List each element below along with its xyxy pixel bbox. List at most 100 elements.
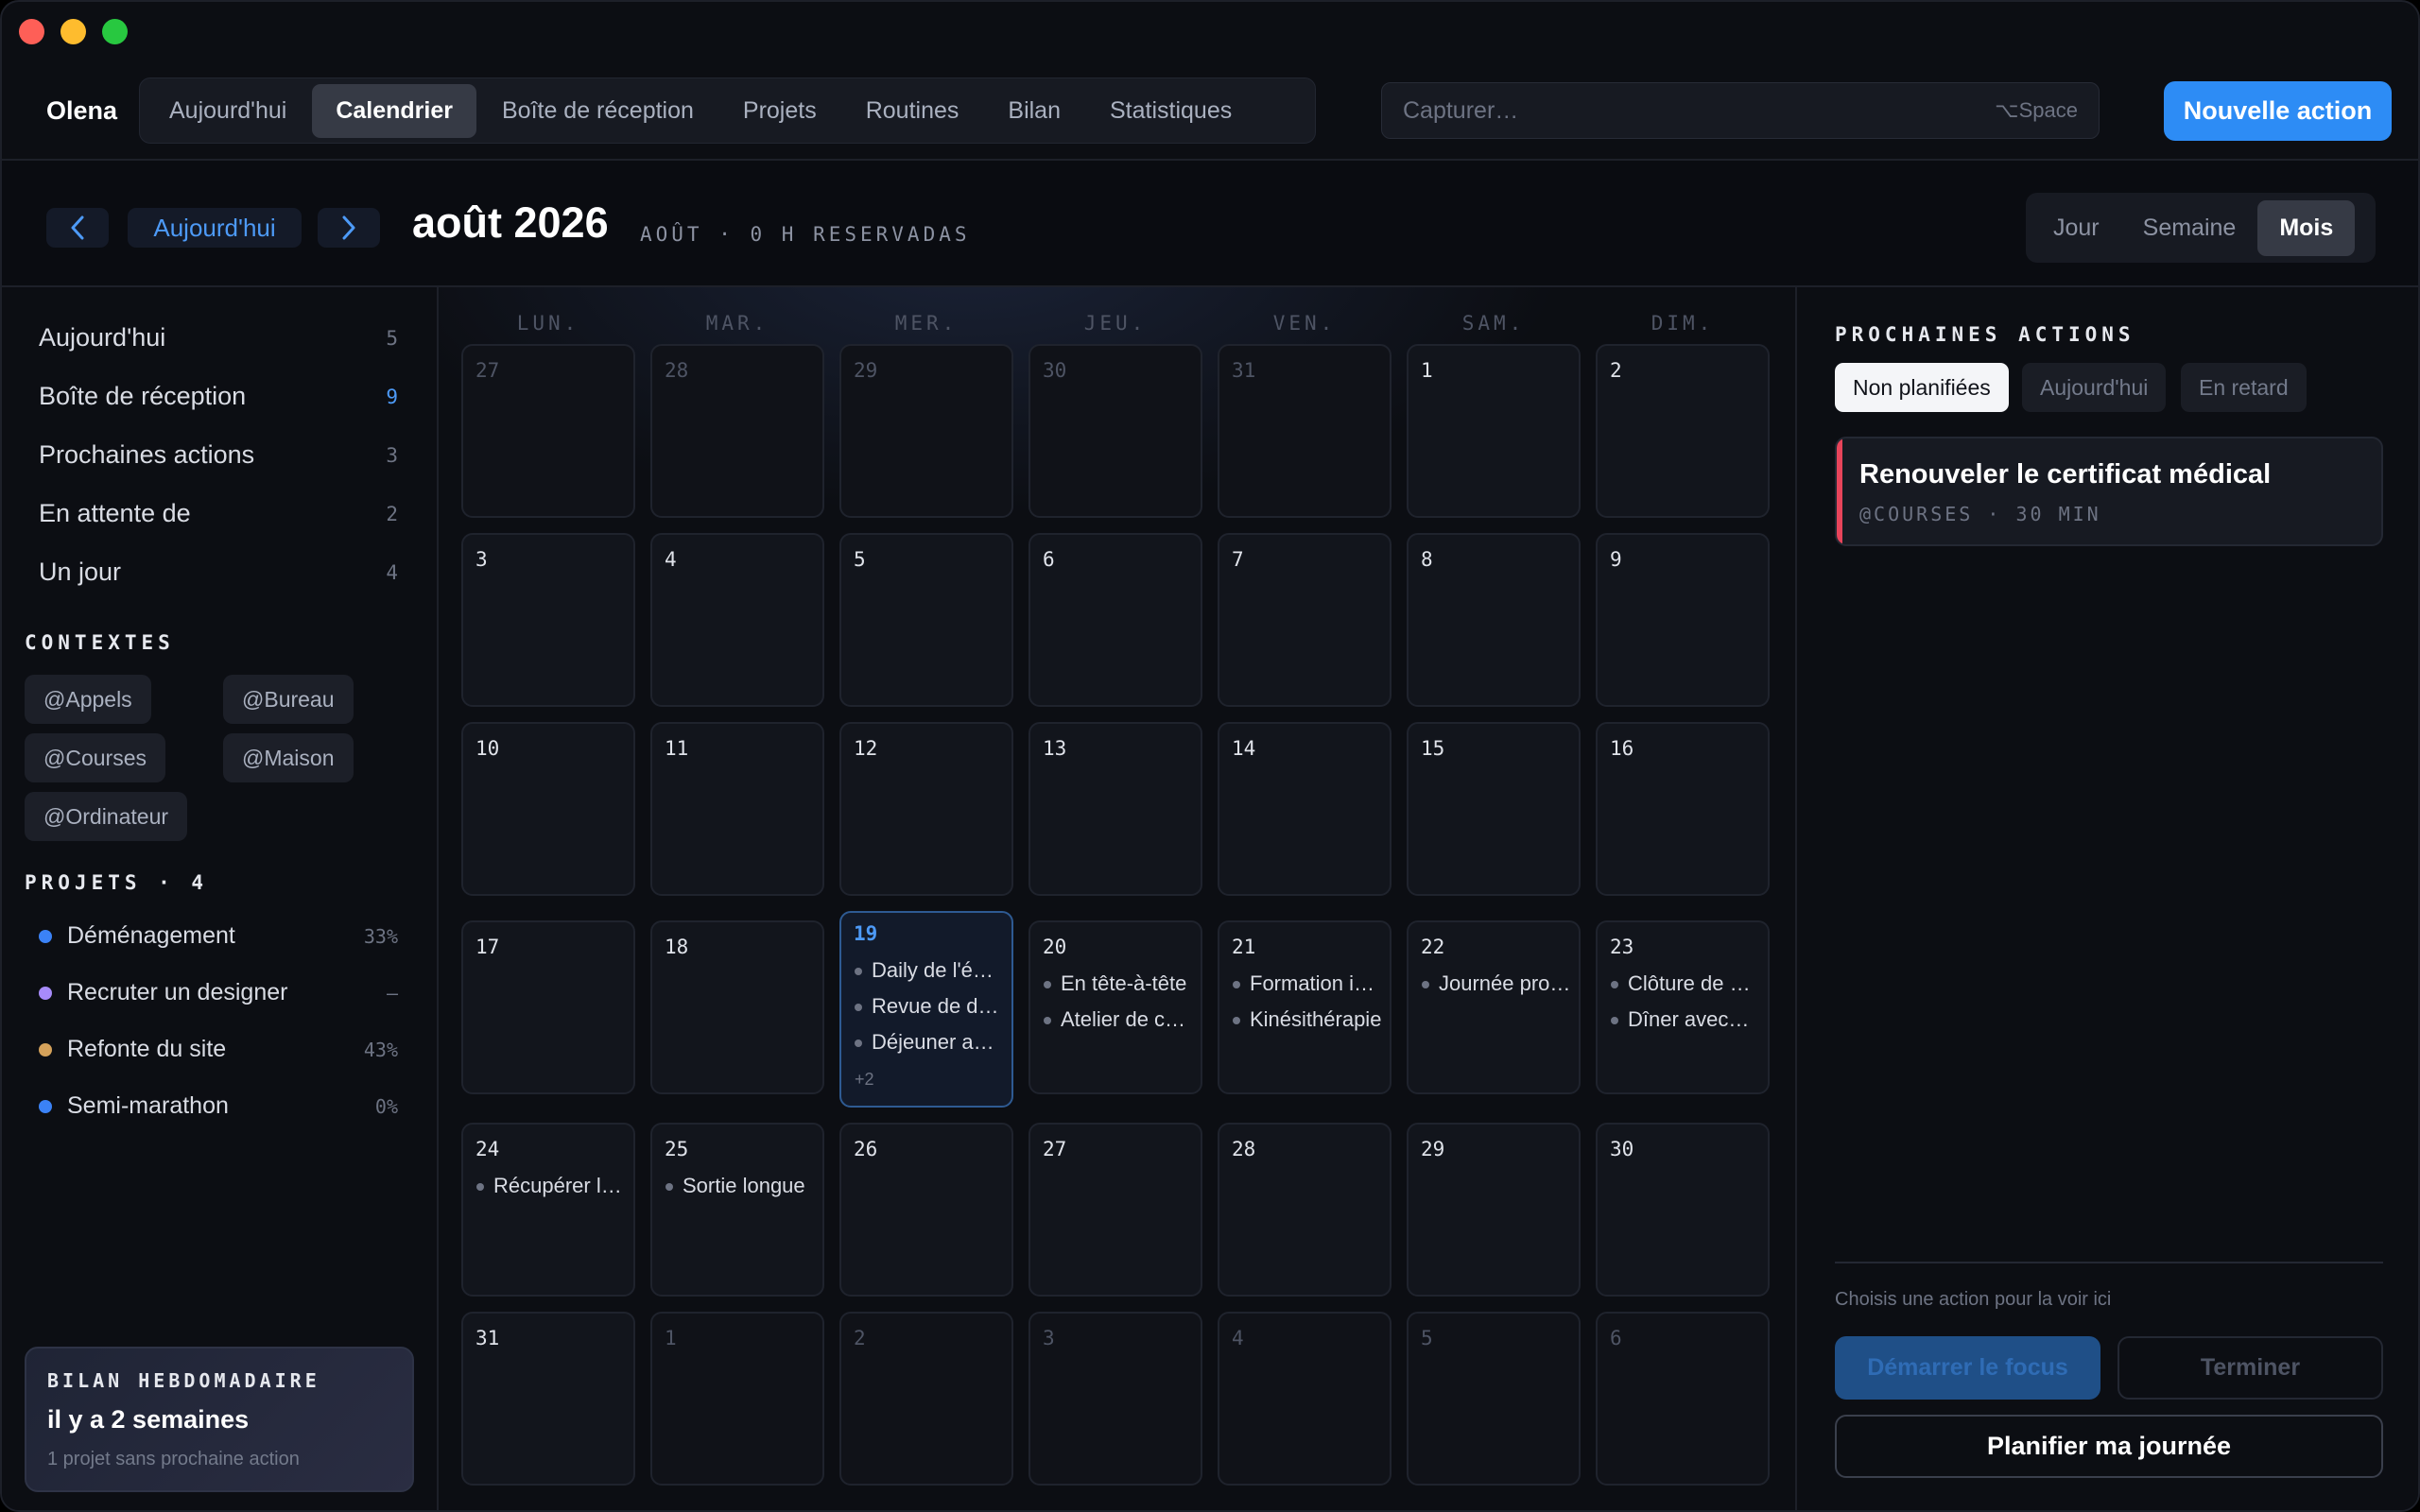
calendar-event[interactable]: Sortie longue [666, 1174, 815, 1198]
sidebar-item-next-actions[interactable]: Prochaines actions 3 [39, 440, 398, 470]
calendar-event[interactable]: Kinésithérapie [1233, 1007, 1382, 1032]
more-events-link[interactable]: +2 [855, 1070, 874, 1090]
calendar-day[interactable]: 30 [1028, 344, 1202, 518]
sidebar-item-inbox[interactable]: Boîte de réception 9 [39, 382, 398, 411]
view-day[interactable]: Jour [2031, 200, 2121, 256]
next-month-button[interactable] [318, 208, 380, 248]
context-chip-calls[interactable]: @Appels [25, 675, 151, 724]
calendar-day[interactable]: 27 [461, 344, 635, 518]
sidebar-item-today[interactable]: Aujourd'hui 5 [39, 323, 398, 352]
nav-projects[interactable]: Projets [719, 84, 840, 138]
calendar-day[interactable]: 5 [1407, 1312, 1581, 1486]
view-week[interactable]: Semaine [2121, 200, 2258, 256]
close-window-button[interactable] [19, 19, 44, 44]
calendar-day[interactable]: 5 [839, 533, 1013, 707]
day-number: 3 [1043, 1327, 1055, 1349]
calendar-day[interactable]: 4 [650, 533, 824, 707]
calendar-event[interactable]: Formation i… [1233, 971, 1382, 996]
calendar-day[interactable]: 6 [1596, 1312, 1770, 1486]
nav-statistics[interactable]: Statistiques [1086, 84, 1255, 138]
context-chip-errands[interactable]: @Courses [25, 733, 165, 782]
calendar-day[interactable]: 18 [650, 920, 824, 1094]
project-label: Semi-marathon [67, 1092, 229, 1119]
context-chip-office[interactable]: @Bureau [223, 675, 354, 724]
calendar-day[interactable]: 6 [1028, 533, 1202, 707]
calendar-day[interactable]: 3 [1028, 1312, 1202, 1486]
filter-overdue[interactable]: En retard [2181, 363, 2307, 412]
project-item-half-marathon[interactable]: Semi-marathon 0% [39, 1092, 398, 1120]
calendar-day[interactable]: 30 [1596, 1123, 1770, 1297]
today-button[interactable]: Aujourd'hui [128, 208, 302, 248]
day-number: 11 [665, 737, 689, 760]
calendar-day[interactable]: 26 [839, 1123, 1013, 1297]
calendar-day[interactable]: 31 [461, 1312, 635, 1486]
calendar-event[interactable]: Dîner avec… [1611, 1007, 1760, 1032]
calendar-day[interactable]: 28 [650, 344, 824, 518]
filter-today[interactable]: Aujourd'hui [2022, 363, 2167, 412]
zoom-window-button[interactable] [102, 19, 128, 44]
calendar-day[interactable]: 12 [839, 722, 1013, 896]
filter-unscheduled[interactable]: Non planifiées [1835, 363, 2009, 412]
calendar-event[interactable]: Récupérer l… [476, 1174, 626, 1198]
calendar-day[interactable]: 24 Récupérer l… [461, 1123, 635, 1297]
calendar-day[interactable]: 7 [1218, 533, 1392, 707]
sidebar-item-waiting[interactable]: En attente de 2 [39, 499, 398, 528]
calendar-event[interactable]: Clôture de s… [1611, 971, 1760, 996]
calendar-event[interactable]: Journée produit [1422, 971, 1571, 996]
calendar-day[interactable]: 16 [1596, 722, 1770, 896]
calendar-day[interactable]: 11 [650, 722, 824, 896]
calendar-day[interactable]: 22 Journée produit [1407, 920, 1581, 1094]
weekday-header: MAR. [705, 312, 769, 335]
nav-today[interactable]: Aujourd'hui [146, 84, 310, 138]
calendar-day[interactable]: 14 [1218, 722, 1392, 896]
calendar-event[interactable]: Revue de design [855, 994, 1004, 1019]
context-chip-computer[interactable]: @Ordinateur [25, 792, 188, 841]
calendar-day[interactable]: 2 [1596, 344, 1770, 518]
calendar-day[interactable]: 9 [1596, 533, 1770, 707]
nav-calendar[interactable]: Calendrier [312, 83, 476, 138]
nav-routines[interactable]: Routines [842, 84, 983, 138]
calendar-day[interactable]: 3 [461, 533, 635, 707]
calendar-day[interactable]: 29 [839, 344, 1013, 518]
prev-month-button[interactable] [46, 208, 109, 248]
calendar-day[interactable]: 13 [1028, 722, 1202, 896]
sidebar-item-someday[interactable]: Un jour 4 [39, 558, 398, 587]
calendar-day[interactable]: 27 [1028, 1123, 1202, 1297]
calendar-day[interactable]: 2 [839, 1312, 1013, 1486]
calendar-event[interactable]: Atelier de c… [1044, 1007, 1193, 1032]
calendar-day[interactable]: 31 [1218, 344, 1392, 518]
plan-day-button[interactable]: Planifier ma journée [1835, 1415, 2383, 1478]
nav-review[interactable]: Bilan [984, 84, 1084, 138]
calendar-event[interactable]: Daily de l'équipe [855, 958, 1004, 983]
calendar-day[interactable]: 21 Formation i… Kinésithérapie [1218, 920, 1392, 1094]
calendar-day[interactable]: 10 [461, 722, 635, 896]
calendar-day[interactable]: 4 [1218, 1312, 1392, 1486]
nav-inbox[interactable]: Boîte de réception [478, 84, 717, 138]
finish-button[interactable]: Terminer [2118, 1336, 2383, 1400]
calendar-day[interactable]: 8 [1407, 533, 1581, 707]
calendar-event[interactable]: Déjeuner avec [855, 1030, 1004, 1055]
project-item-site-redesign[interactable]: Refonte du site 43% [39, 1036, 398, 1063]
sidebar: Aujourd'hui 5 Boîte de réception 9 Proch… [2, 287, 439, 1510]
calendar-day[interactable]: 25 Sortie longue [650, 1123, 824, 1297]
calendar-day[interactable]: 1 [650, 1312, 824, 1486]
new-action-button[interactable]: Nouvelle action [2164, 81, 2392, 141]
view-month[interactable]: Mois [2257, 199, 2356, 256]
weekly-review-card[interactable]: BILAN HEBDOMADAIRE il y a 2 semaines 1 p… [25, 1347, 414, 1492]
project-item-moving[interactable]: Déménagement 33% [39, 922, 398, 950]
project-item-hire-designer[interactable]: Recruter un designer – [39, 979, 398, 1006]
calendar-day[interactable]: 28 [1218, 1123, 1392, 1297]
calendar-day[interactable]: 1 [1407, 344, 1581, 518]
start-focus-button[interactable]: Démarrer le focus [1835, 1336, 2100, 1400]
calendar-day[interactable]: 17 [461, 920, 635, 1094]
calendar-day[interactable]: 15 [1407, 722, 1581, 896]
minimize-window-button[interactable] [60, 19, 86, 44]
calendar-day[interactable]: 29 [1407, 1123, 1581, 1297]
calendar-day-today[interactable]: 19 Daily de l'équipe Revue de design Déjeun… [839, 911, 1013, 1108]
context-chip-home[interactable]: @Maison [223, 733, 354, 782]
calendar-event[interactable]: En tête-à-tête [1044, 971, 1193, 996]
action-card[interactable]: Renouveler le certificat médical @COURSE… [1835, 437, 2383, 546]
capture-input[interactable] [1403, 96, 1970, 125]
calendar-day[interactable]: 20 En tête-à-tête Atelier de c… [1028, 920, 1202, 1094]
calendar-day[interactable]: 23 Clôture de s… Dîner avec… [1596, 920, 1770, 1094]
